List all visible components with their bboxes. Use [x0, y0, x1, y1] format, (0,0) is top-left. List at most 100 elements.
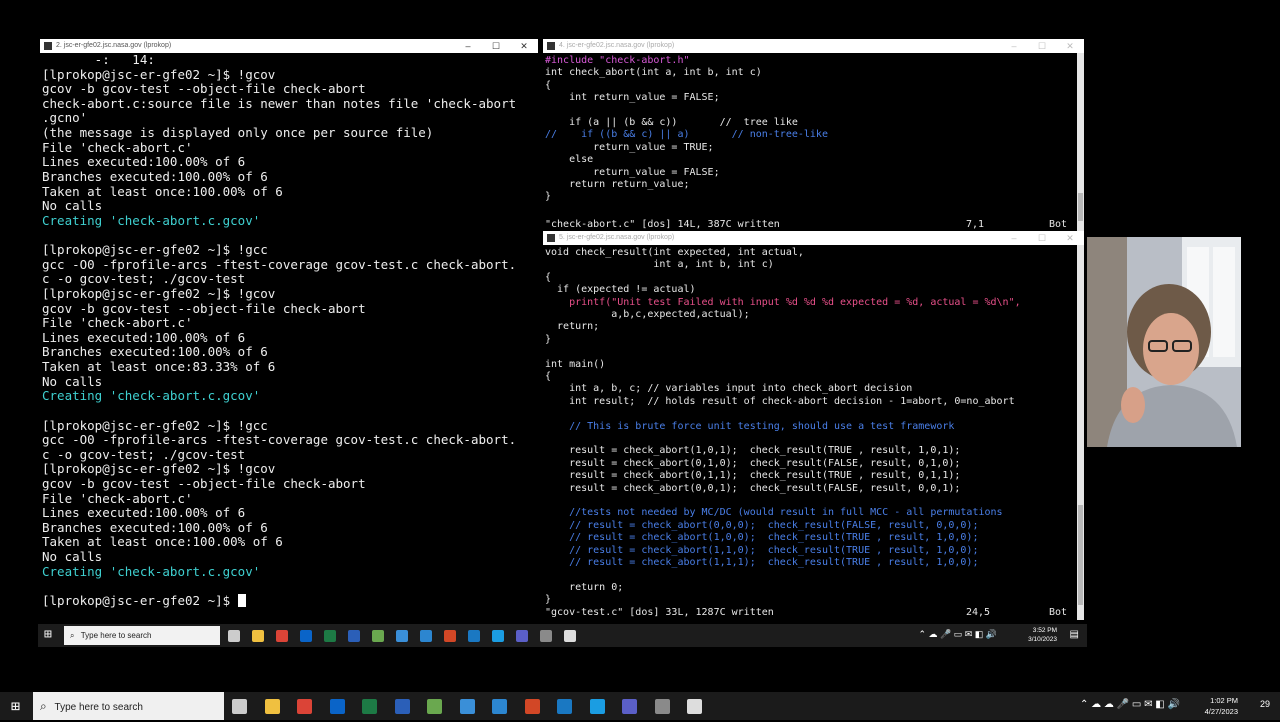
- code-line: gcov -b gcov-test --object-file check-ab…: [42, 81, 366, 97]
- system-tray-icons[interactable]: ⌃ ☁ 🎤 ▭ ✉ ◧ 🔊: [918, 629, 997, 640]
- settings-icon[interactable]: [564, 630, 576, 642]
- code-line: gcov -b gcov-test --object-file check-ab…: [42, 300, 366, 316]
- outer-taskbar: ⊞ ⌕ Type here to search ⌃ ☁ ☁ 🎤 ▭ ✉ ◧ 🔊 …: [0, 692, 1280, 720]
- scrollbar-thumb[interactable]: [1078, 505, 1083, 605]
- terminal-output[interactable]: -: 14: [lprokop@jsc-er-gfe02 ~]$ !gcov gco…: [40, 52, 538, 616]
- minimize-icon[interactable]: –: [1000, 39, 1028, 53]
- edge-icon[interactable]: [589, 699, 605, 714]
- window-title: 4. jsc-er-gfe02.jsc.nasa.gov (lprokop): [559, 42, 675, 49]
- vim-top-titlebar[interactable]: 4. jsc-er-gfe02.jsc.nasa.gov (lprokop) –…: [543, 39, 1084, 53]
- task-view-icon[interactable]: [228, 630, 240, 642]
- code-line: No calls: [42, 549, 103, 565]
- search-icon: ⌕: [70, 631, 75, 640]
- calculator-icon[interactable]: [557, 699, 572, 714]
- code-line: printf("Unit test Failed with input %d %…: [545, 296, 1021, 308]
- code-line: // result = check_abort(1,1,1); check_re…: [545, 557, 979, 568]
- scrollbar-thumb[interactable]: [1078, 193, 1083, 221]
- maximize-icon[interactable]: ☐: [1028, 231, 1056, 245]
- vim-status-line: "check-abort.c" [dos] 14L, 387C written …: [543, 218, 1077, 231]
- close-icon[interactable]: ✕: [510, 39, 538, 53]
- shell-prompt[interactable]: [lprokop@jsc-er-gfe02 ~]$: [42, 593, 246, 609]
- terminal-window-left[interactable]: 2. jsc-er-gfe02.jsc.nasa.gov (lprokop) –…: [40, 39, 538, 616]
- windows-start-icon[interactable]: ⊞: [11, 697, 20, 715]
- code-line: int check_abort(int a, int b, int c): [545, 67, 762, 79]
- file-explorer-icon[interactable]: [264, 699, 280, 714]
- screen-share-icon[interactable]: [654, 699, 670, 714]
- code-line: if (a || (b && c)) // tree like: [545, 117, 798, 128]
- powerpoint-icon[interactable]: [524, 699, 540, 714]
- project-icon[interactable]: [427, 699, 442, 714]
- close-icon[interactable]: ✕: [1056, 231, 1084, 245]
- status-file: "gcov-test.c" [dos] 33L, 1287C written: [545, 607, 774, 618]
- minimize-icon[interactable]: –: [454, 39, 482, 53]
- excel-icon[interactable]: [324, 630, 336, 642]
- code-line: result = check_abort(0,0,1); check_resul…: [545, 482, 961, 494]
- code-line: {: [545, 271, 552, 283]
- code-line: gcc -O0 -fprofile-arcs -ftest-coverage g…: [42, 256, 517, 272]
- close-icon[interactable]: ✕: [1056, 39, 1084, 53]
- code-line: int return_value = FALSE;: [545, 92, 720, 104]
- outlook-icon[interactable]: [300, 630, 312, 642]
- windows-start-icon[interactable]: ⊞: [44, 627, 52, 642]
- code-line: int result; // holds result of check-abo…: [545, 395, 1015, 407]
- word-icon[interactable]: [394, 699, 410, 714]
- code-line: [lprokop@jsc-er-gfe02 ~]$ !gcov: [42, 461, 276, 477]
- maximize-icon[interactable]: ☐: [482, 39, 510, 53]
- mail-icon[interactable]: [420, 630, 432, 642]
- outlook-icon[interactable]: [329, 699, 345, 714]
- code-line: Taken at least once:100.00% of 6: [42, 534, 283, 550]
- chrome-icon[interactable]: [276, 630, 288, 642]
- file-explorer-icon[interactable]: [252, 630, 264, 642]
- code-line: return;: [545, 321, 600, 333]
- word-icon[interactable]: [348, 630, 360, 642]
- code-line: Branches executed:100.00% of 6: [42, 344, 268, 360]
- share-icon[interactable]: [396, 630, 408, 642]
- calculator-icon[interactable]: [468, 630, 480, 642]
- search-box[interactable]: ⌕ Type here to search: [64, 626, 220, 645]
- code-line: result = check_abort(0,1,1); check_resul…: [545, 470, 961, 482]
- vim-window-top[interactable]: 4. jsc-er-gfe02.jsc.nasa.gov (lprokop) –…: [543, 39, 1084, 231]
- project-icon[interactable]: [372, 630, 384, 642]
- screen-share-icon[interactable]: [540, 630, 552, 642]
- code-line: // This is brute force unit testing, sho…: [545, 420, 955, 432]
- share-icon[interactable]: [459, 699, 475, 714]
- terminal-app-icon: [547, 42, 555, 50]
- task-view-icon[interactable]: [232, 699, 247, 714]
- powerpoint-icon[interactable]: [444, 630, 456, 642]
- code-line: .gcno': [42, 110, 88, 126]
- edge-icon[interactable]: [492, 630, 504, 642]
- text-cursor: [237, 593, 246, 607]
- notification-icon[interactable]: ▤: [1070, 629, 1079, 640]
- chrome-icon[interactable]: [297, 699, 312, 714]
- vim-bottom-titlebar[interactable]: 5. jsc-er-gfe02.jsc.nasa.gov (lprokop) –…: [543, 231, 1084, 245]
- code-line: c -o gcov-test; ./gcov-test: [42, 271, 246, 287]
- vim-editor-check-abort[interactable]: #include "check-abort.h" int check_abort(…: [543, 53, 1077, 231]
- code-line: // result = check_abort(1,0,0); check_re…: [545, 532, 979, 544]
- terminal-left-titlebar[interactable]: 2. jsc-er-gfe02.jsc.nasa.gov (lprokop) –…: [40, 39, 538, 53]
- vim-window-bottom[interactable]: 5. jsc-er-gfe02.jsc.nasa.gov (lprokop) –…: [543, 231, 1084, 620]
- vim-top-scrollbar[interactable]: [1077, 53, 1084, 231]
- clock-date: 3/10/2023: [1028, 636, 1057, 643]
- vim-editor-gcov-test[interactable]: void check_result(int expected, int actu…: [543, 245, 1077, 620]
- teams-icon[interactable]: [516, 630, 528, 642]
- settings-icon[interactable]: [687, 699, 702, 714]
- system-tray-icons[interactable]: ⌃ ☁ ☁ 🎤 ▭ ✉ ◧ 🔊: [1080, 699, 1180, 710]
- code-line: }: [545, 191, 552, 203]
- code-line: gcov -b gcov-test --object-file check-ab…: [42, 475, 366, 491]
- code-line: [lprokop@jsc-er-gfe02 ~]$ !gcov: [42, 66, 276, 82]
- vim-bottom-scrollbar[interactable]: [1077, 245, 1084, 620]
- excel-icon[interactable]: [362, 699, 377, 714]
- search-box[interactable]: ⌕ Type here to search: [33, 692, 224, 720]
- notification-badge[interactable]: 29: [1260, 699, 1270, 709]
- code-line: return 0;: [545, 581, 624, 593]
- presenter-image: [1087, 237, 1241, 447]
- maximize-icon[interactable]: ☐: [1028, 39, 1056, 53]
- code-line: return_value = TRUE;: [545, 141, 714, 153]
- minimize-icon[interactable]: –: [1000, 231, 1028, 245]
- code-line: if (expected != actual): [545, 284, 696, 296]
- code-line: -: 14:: [42, 52, 155, 67]
- webcam-video: [1087, 237, 1241, 447]
- teams-icon[interactable]: [622, 699, 637, 714]
- code-line: int a, int b, int c): [545, 259, 774, 271]
- mail-icon[interactable]: [492, 699, 507, 714]
